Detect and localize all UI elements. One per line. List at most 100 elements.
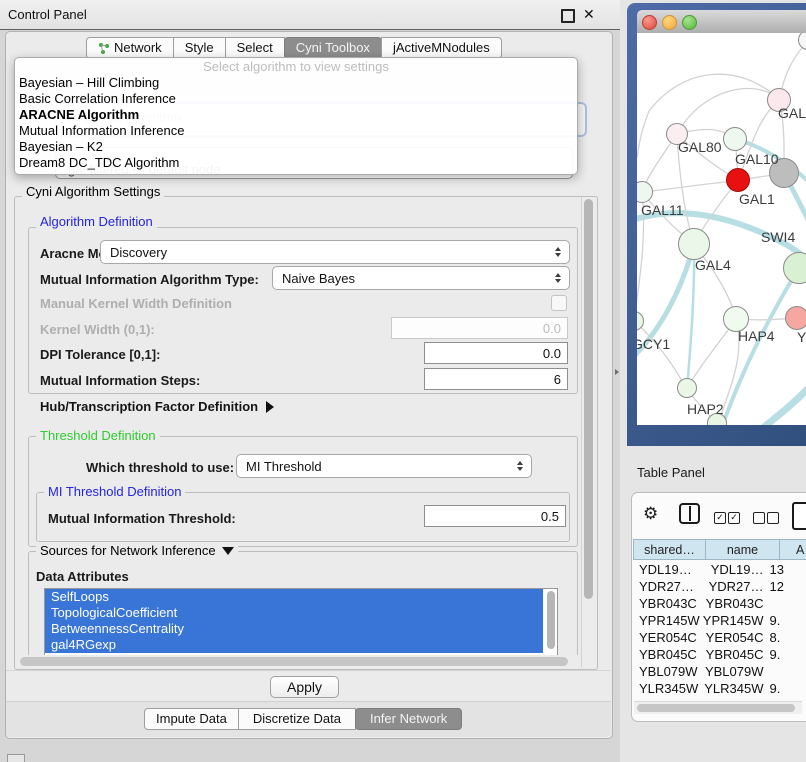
which-threshold-label: Which threshold to use: xyxy=(86,460,234,475)
mi-threshold-field[interactable]: 0.5 xyxy=(424,505,566,527)
menu-item-basic-correlation[interactable]: Basic Correlation Inference xyxy=(15,91,577,107)
network-node[interactable] xyxy=(678,228,710,260)
network-node-selected[interactable] xyxy=(726,168,750,192)
checkbox-empty-icon[interactable] xyxy=(753,512,765,524)
cell[interactable] xyxy=(769,663,806,680)
tab-select[interactable]: Select xyxy=(225,37,285,59)
list-item[interactable]: BetweennessCentrality xyxy=(45,621,543,637)
cell[interactable]: YBR045C xyxy=(634,646,701,663)
menu-item-mutual-information[interactable]: Mutual Information Inference xyxy=(15,123,577,139)
network-canvas[interactable]: GAL GAL80 GAL10 GAL1 GAL11 SWI4 GAL4 GCY… xyxy=(637,33,806,425)
checkbox-checked-icon[interactable]: ✓ xyxy=(728,512,740,524)
tab-style[interactable]: Style xyxy=(173,37,226,59)
sources-toggle[interactable]: Sources for Network Inference xyxy=(36,543,238,558)
checkbox-checked-icon[interactable]: ✓ xyxy=(714,512,726,524)
list-scrollbar[interactable] xyxy=(547,591,555,649)
column-header-third[interactable]: A xyxy=(779,539,806,560)
list-item[interactable]: gal4RGexp xyxy=(45,637,543,653)
table-row[interactable]: YPR145WYPR145W9. xyxy=(634,612,806,629)
settings-hscrollbar-thumb[interactable] xyxy=(20,657,568,666)
column-header-name[interactable]: name xyxy=(705,539,780,560)
tab-cyni-toolbox-label: Cyni Toolbox xyxy=(296,40,370,55)
cell[interactable]: YBR043C xyxy=(701,595,770,612)
cell[interactable]: YLR345W xyxy=(634,680,701,697)
file-icon[interactable] xyxy=(792,502,806,530)
cell[interactable]: 9. xyxy=(769,612,806,629)
table-row[interactable]: YBR043CYBR043C xyxy=(634,595,806,612)
float-window-icon[interactable] xyxy=(561,9,575,23)
cell[interactable]: YDL19… xyxy=(701,561,770,578)
minimize-traffic-light-icon[interactable] xyxy=(662,15,677,30)
list-item[interactable]: TopologicalCoefficient xyxy=(45,605,543,621)
table-hscrollbar-track[interactable] xyxy=(634,701,802,714)
table-row[interactable]: YDL19…YDL19…13 xyxy=(634,561,806,578)
settings-vscrollbar-thumb[interactable] xyxy=(584,199,593,599)
cell[interactable]: 9. xyxy=(769,646,806,663)
gear-icon[interactable]: ⚙ xyxy=(643,504,658,524)
tab-cyni-toolbox[interactable]: Cyni Toolbox xyxy=(284,37,382,59)
cyni-settings-group-title: Cyni Algorithm Settings xyxy=(22,184,164,199)
mi-type-select[interactable]: Naive Bayes xyxy=(272,266,570,290)
table-row[interactable]: YBL079WYBL079W xyxy=(634,663,806,680)
network-window-titlebar[interactable] xyxy=(637,10,806,34)
network-node[interactable] xyxy=(677,378,697,398)
aracne-mode-select[interactable]: Discovery xyxy=(100,240,570,264)
cell[interactable]: YPR145W xyxy=(634,612,701,629)
cell[interactable] xyxy=(769,595,806,612)
network-view-window[interactable]: GAL GAL80 GAL10 GAL1 GAL11 SWI4 GAL4 GCY… xyxy=(627,3,806,446)
list-item[interactable]: SelfLoops xyxy=(45,589,543,605)
cell[interactable]: YPR145W xyxy=(701,612,770,629)
mi-steps-field[interactable]: 6 xyxy=(424,368,568,390)
which-threshold-select[interactable]: MI Threshold xyxy=(236,454,532,478)
zoom-traffic-light-icon[interactable] xyxy=(682,15,697,30)
dpi-tolerance-field[interactable]: 0.0 xyxy=(424,342,568,364)
cell[interactable]: 12 xyxy=(769,578,806,595)
column-header-shared-name[interactable]: shared… xyxy=(633,539,706,560)
table-row[interactable]: YBR045CYBR045C9. xyxy=(634,646,806,663)
hub-definition-toggle[interactable]: Hub/Transcription Factor Definition xyxy=(40,399,274,414)
data-attributes-list[interactable]: SelfLoops TopologicalCoefficient Between… xyxy=(44,588,558,657)
cell[interactable]: 9. xyxy=(769,680,806,697)
splitter-arrow-icon[interactable] xyxy=(615,369,619,375)
checkbox-empty-icon[interactable] xyxy=(767,512,779,524)
tab-network[interactable]: Network xyxy=(86,37,174,59)
columns-icon[interactable] xyxy=(679,503,700,524)
close-icon[interactable]: ✕ xyxy=(583,6,595,23)
tab-impute-data[interactable]: Impute Data xyxy=(144,708,239,730)
manual-kernel-checkbox[interactable] xyxy=(551,295,567,311)
tab-discretize-data[interactable]: Discretize Data xyxy=(238,708,356,730)
cell[interactable]: 8. xyxy=(769,629,806,646)
table-row[interactable]: YDR27…YDR27…12 xyxy=(634,578,806,595)
cell[interactable]: YDR27… xyxy=(634,578,701,595)
settings-hscrollbar-track[interactable] xyxy=(16,655,578,668)
menu-item-bayesian-k2[interactable]: Bayesian – K2 xyxy=(15,139,577,155)
menu-item-dream8[interactable]: Dream8 DC_TDC Algorithm xyxy=(15,155,577,171)
cell[interactable]: 13 xyxy=(769,561,806,578)
apply-button[interactable]: Apply xyxy=(270,676,339,698)
cell[interactable]: YER054C xyxy=(634,629,701,646)
kernel-width-field[interactable]: 0.0 xyxy=(391,317,568,339)
cell[interactable]: YDR27… xyxy=(701,578,770,595)
cell[interactable]: YBL079W xyxy=(634,663,701,680)
settings-vscrollbar-track[interactable] xyxy=(581,197,596,667)
cell[interactable]: YLR345W xyxy=(701,680,770,697)
table-row[interactable]: YLR345WYLR345W9. xyxy=(634,680,806,697)
cell[interactable]: YBR045C xyxy=(701,646,770,663)
cell[interactable]: YDL19… xyxy=(634,561,701,578)
network-node[interactable] xyxy=(785,306,806,330)
triangle-right-icon xyxy=(266,401,274,413)
menu-item-bayesian-hill-climbing[interactable]: Bayesian – Hill Climbing xyxy=(15,75,577,91)
tab-jactivemnodules[interactable]: jActiveMNodules xyxy=(381,37,502,59)
menu-item-aracne[interactable]: ARACNE Algorithm xyxy=(15,107,577,123)
cell[interactable]: YBR043C xyxy=(634,595,701,612)
close-traffic-light-icon[interactable] xyxy=(642,15,657,30)
table-row[interactable]: YER054CYER054C8. xyxy=(634,629,806,646)
network-node[interactable] xyxy=(723,127,747,151)
cell[interactable]: YBL079W xyxy=(701,663,770,680)
tab-infer-network-label: Infer Network xyxy=(370,711,447,726)
node-label: SWI4 xyxy=(761,229,795,245)
table-hscrollbar-thumb[interactable] xyxy=(637,704,795,712)
tab-infer-network[interactable]: Infer Network xyxy=(355,708,462,730)
cell[interactable]: YER054C xyxy=(701,629,770,646)
collapsed-panel-stub[interactable] xyxy=(7,754,25,762)
